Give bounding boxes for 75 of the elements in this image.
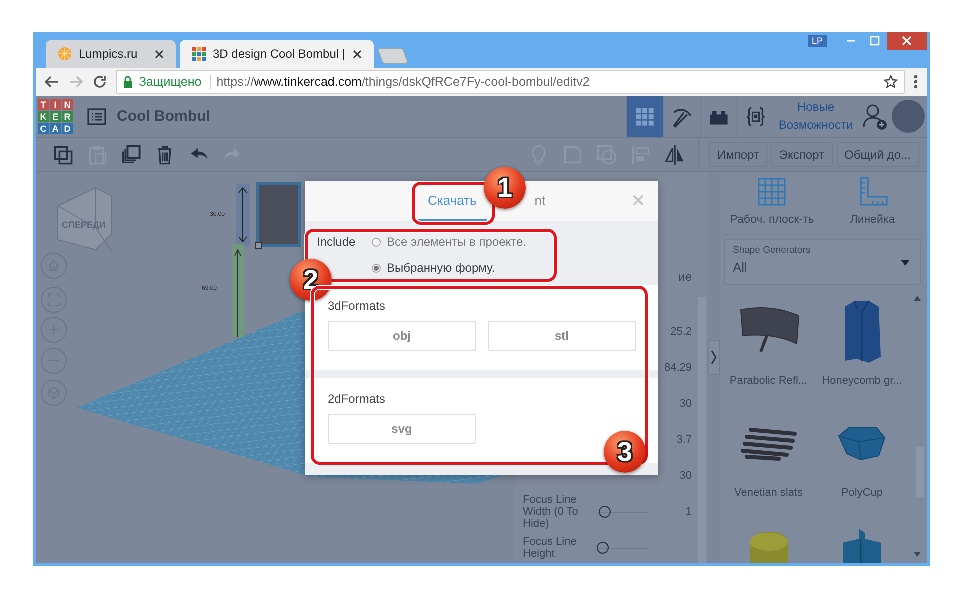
braces-icon	[745, 106, 767, 128]
shape-name: Honeycomb gr...	[822, 375, 902, 387]
grid-icon	[634, 106, 656, 128]
property-value[interactable]: 25.2	[670, 326, 692, 338]
copy-icon	[52, 144, 74, 166]
browser-tab[interactable]: 3D design Cool Bombul |	[180, 40, 374, 68]
grid-view-button[interactable]	[626, 96, 663, 137]
slider-reading: 1	[686, 506, 692, 518]
new-features-link[interactable]: Новые Возможности	[778, 99, 854, 134]
scroll-up-icon[interactable]	[914, 296, 921, 301]
toolbar-button[interactable]: Экспорт	[771, 142, 832, 167]
category-dropdown[interactable]: Shape Generators All	[724, 239, 921, 285]
add-user-icon[interactable]	[862, 102, 888, 130]
close-window-button[interactable]	[887, 32, 927, 50]
close-icon	[902, 36, 912, 46]
slider-thumb[interactable]	[597, 542, 609, 554]
stacked-squares-icon	[120, 144, 142, 166]
caret-icon	[901, 260, 910, 266]
lock-icon	[123, 76, 133, 88]
reload-icon[interactable]	[92, 74, 108, 90]
radio-label[interactable]: Выбранную форму.	[387, 261, 496, 275]
fruit-slice-favicon-icon	[58, 47, 72, 61]
shape-name: Parabolic Refl...	[730, 375, 808, 387]
address-bar[interactable]: Защищено https://www.tinkercad.com/things/dskQfRCe7Fy-cool-bombul/editv2	[116, 70, 905, 94]
section-title: 2dFormats	[328, 392, 386, 406]
bowl-shape[interactable]	[837, 426, 888, 462]
format-button[interactable]: svg	[328, 414, 476, 444]
property-value[interactable]: 30	[680, 470, 692, 482]
slats-shape[interactable]	[738, 427, 799, 461]
tinkercad-logo[interactable]: T I N K E R C A D	[38, 99, 73, 134]
design-list-icon[interactable]	[87, 106, 107, 126]
toolbar-button[interactable]: Импорт	[709, 142, 768, 167]
expand-panel-button[interactable]	[708, 340, 720, 375]
radio-button[interactable]	[372, 264, 381, 272]
back-icon[interactable]	[44, 74, 60, 90]
slider-thumb[interactable]	[599, 506, 611, 518]
mirror-icon	[664, 144, 686, 166]
shape-name: Venetian slats	[734, 487, 803, 499]
height-dimension	[236, 184, 250, 246]
menu-icon[interactable]	[913, 74, 919, 90]
design-title[interactable]: Cool Bombul	[117, 108, 210, 125]
avatar-placeholder[interactable]	[892, 100, 925, 133]
close-icon[interactable]	[155, 50, 164, 58]
include-label: Include	[317, 235, 357, 249]
forward-icon[interactable]	[68, 74, 84, 90]
property-value[interactable]: 3.7	[676, 434, 692, 446]
selected-shape[interactable]	[256, 182, 302, 250]
format-button[interactable]: obj	[328, 321, 476, 351]
shape-name: PolyCup	[841, 487, 884, 499]
security-label: Защищено	[139, 75, 211, 89]
radio-button[interactable]	[372, 238, 381, 246]
column-header: ие	[678, 270, 692, 286]
close-icon[interactable]	[352, 50, 362, 58]
slider-label: Focus Line Width (0 To Hide)	[523, 494, 580, 530]
scrollbar[interactable]	[698, 297, 706, 563]
tiles-favicon-icon	[192, 47, 206, 61]
grid-plane-icon	[756, 176, 788, 208]
star-icon[interactable]	[884, 75, 898, 89]
maximize-icon	[870, 36, 880, 46]
dialog-tab[interactable]: nt	[532, 181, 549, 221]
scroll-down-icon[interactable]	[914, 552, 921, 557]
profile-badge: LP	[808, 35, 827, 47]
property-value[interactable]: 30	[680, 398, 692, 410]
section-title: 3dFormats	[328, 299, 386, 313]
ruler-tool[interactable]: Линейка	[822, 172, 923, 234]
toolbar-button[interactable]: Общий до...	[836, 142, 919, 167]
new-tab-button[interactable]	[376, 48, 408, 64]
slider-label: Focus Line Height	[523, 536, 578, 560]
workplane-tool[interactable]: Рабоч. плоск-ть	[722, 172, 822, 234]
radio-label[interactable]: Все элементы в проекте.	[387, 235, 527, 249]
property-value[interactable]: 84.29	[664, 362, 692, 374]
format-button[interactable]: stl	[488, 321, 636, 351]
browser-tab[interactable]: Lumpics.ru	[46, 40, 176, 68]
url-text: https://www.tinkercad.com/things/dskQfRCe7Fy-cool-bombul/editv2	[216, 75, 590, 89]
minimize-icon	[846, 40, 856, 42]
